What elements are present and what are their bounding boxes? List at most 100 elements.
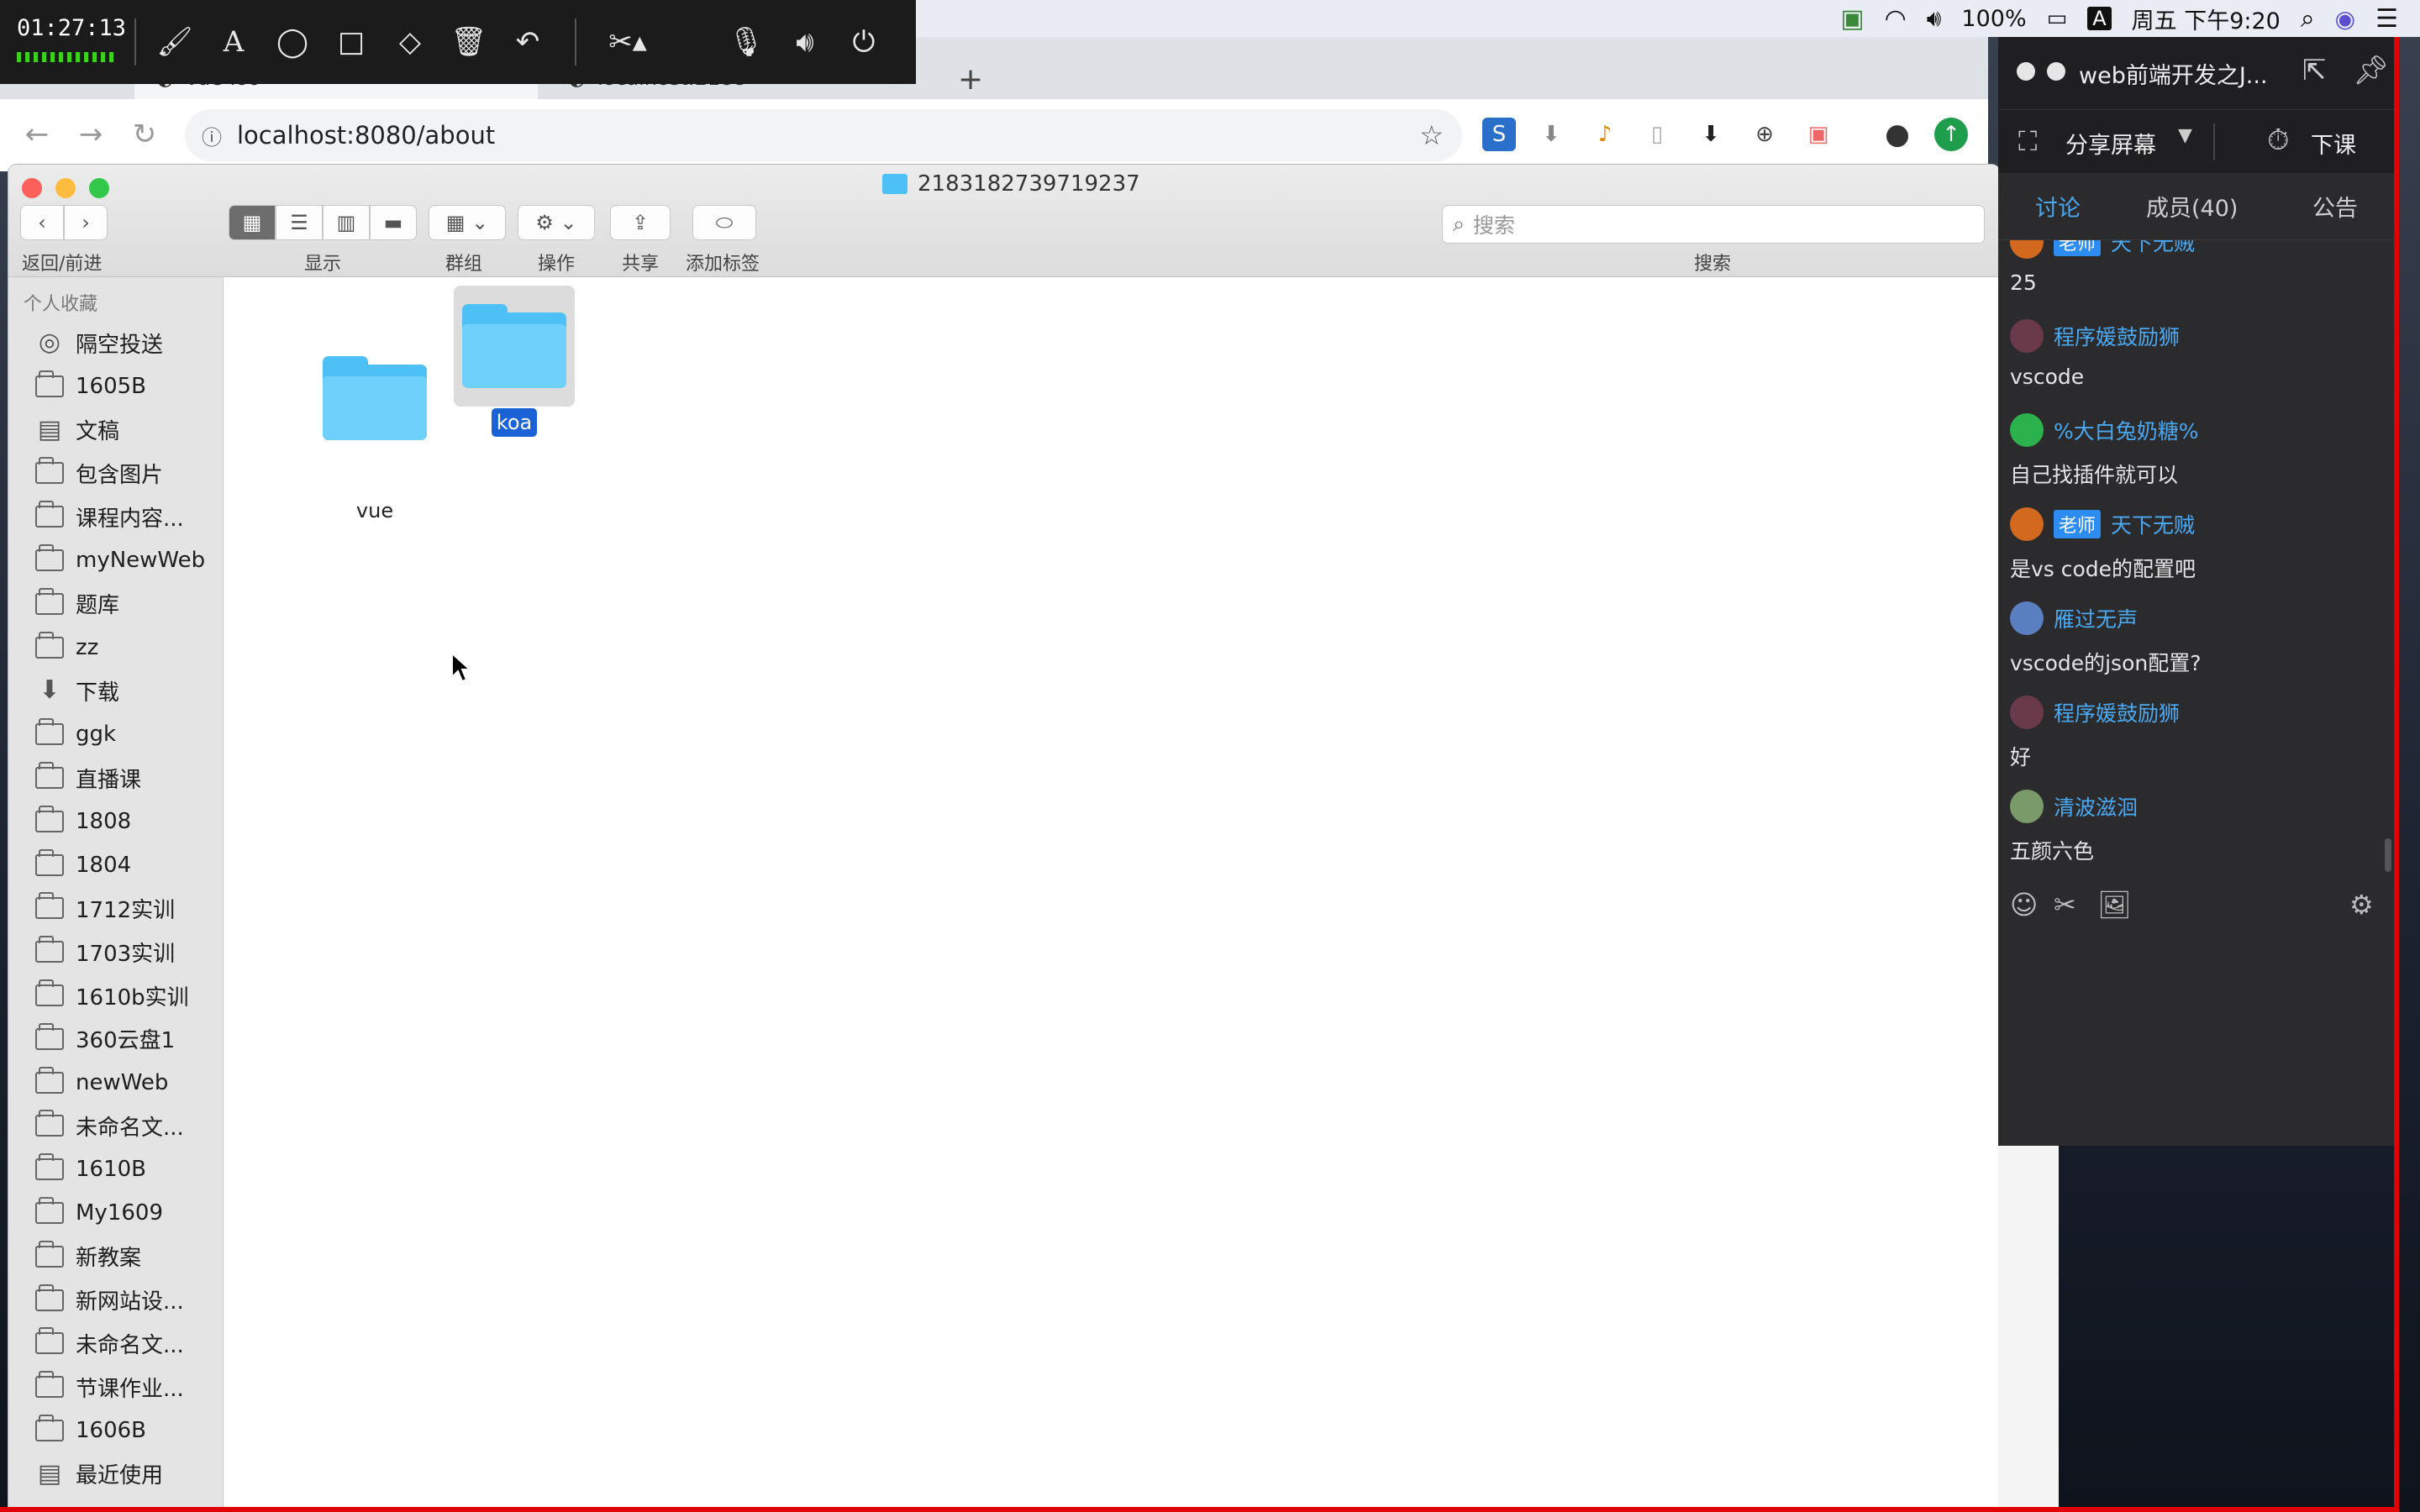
profile-avatar-icon[interactable]: ● bbox=[1881, 118, 1914, 151]
share-out-icon[interactable]: ⇱ bbox=[2302, 54, 2327, 87]
sidebar-item[interactable]: 题库 bbox=[35, 587, 119, 621]
share-screen-button[interactable]: 分享屏幕 bbox=[2065, 127, 2156, 160]
list-view-button[interactable]: ☰ bbox=[276, 205, 323, 240]
brush-icon[interactable]: 🖌︎ bbox=[156, 24, 193, 60]
wifi-icon[interactable]: ◠ bbox=[1875, 0, 1917, 37]
address-bar[interactable]: ⓘ localhost:8080/about ☆ bbox=[185, 109, 1462, 161]
sidebar-item[interactable]: 课程内容... bbox=[35, 500, 184, 533]
avatar[interactable] bbox=[2010, 696, 2044, 729]
sidebar-item[interactable]: 1605B bbox=[35, 370, 146, 403]
sidebar-item[interactable]: 1712实训 bbox=[35, 891, 175, 925]
sidebar-item[interactable]: myNewWeb bbox=[35, 543, 205, 577]
window-dot-icon[interactable] bbox=[2017, 62, 2035, 81]
sidebar-item[interactable]: 1606B bbox=[35, 1414, 146, 1447]
sidebar-item[interactable]: 1610b实训 bbox=[35, 979, 189, 1012]
notification-center-icon[interactable]: ☰ bbox=[2365, 0, 2408, 37]
rectangle-tool-icon[interactable]: □ bbox=[333, 24, 370, 60]
scrollbar-thumb[interactable] bbox=[2385, 838, 2391, 872]
pin-icon[interactable]: 📌︎ bbox=[2353, 54, 2389, 87]
extension-arrow-down-icon[interactable]: ⬇ bbox=[1694, 118, 1728, 151]
zoom-window-button[interactable] bbox=[89, 178, 109, 198]
text-tool-icon[interactable]: A bbox=[215, 24, 252, 60]
icon-view-button[interactable]: ▦ bbox=[229, 205, 276, 240]
avatar[interactable] bbox=[2010, 507, 2044, 541]
bookmark-star-icon[interactable]: ☆ bbox=[1419, 119, 1444, 151]
sidebar-item[interactable]: ◎ 隔空投送 bbox=[35, 326, 163, 360]
back-button[interactable]: ‹ bbox=[20, 205, 64, 240]
battery-percent[interactable]: 100% bbox=[1951, 0, 2036, 37]
spotlight-icon[interactable]: ⌕ bbox=[2291, 0, 2325, 37]
settings-gear-icon[interactable]: ⚙ bbox=[2349, 889, 2374, 921]
add-tag-button[interactable]: ⬭ bbox=[692, 205, 756, 240]
sidebar-item[interactable]: 新网站设... bbox=[35, 1284, 184, 1317]
sidebar-item[interactable]: ▤ 最近使用 bbox=[35, 1457, 163, 1491]
end-class-button[interactable]: 下课 bbox=[2311, 127, 2356, 160]
extension-page-icon[interactable]: ▯ bbox=[1640, 118, 1674, 151]
sidebar-item[interactable]: ▤ 文稿 bbox=[35, 413, 119, 447]
extension-s-icon[interactable]: S bbox=[1482, 118, 1516, 151]
trash-icon[interactable]: 🗑︎ bbox=[450, 24, 487, 60]
forward-icon[interactable]: → bbox=[72, 116, 109, 153]
menubar-clock[interactable]: 周五 下午9:20 bbox=[2122, 0, 2291, 37]
screenshot-scissors-icon[interactable]: ✂ bbox=[2054, 889, 2076, 921]
file-item-vue[interactable]: vue bbox=[316, 328, 434, 522]
chevron-down-icon[interactable]: ▼ bbox=[2178, 125, 2192, 146]
sidebar-item[interactable]: My1609 bbox=[35, 1196, 163, 1230]
eraser-icon[interactable]: ◇ bbox=[392, 24, 429, 60]
sidebar-item[interactable]: 新教案 bbox=[35, 1240, 141, 1273]
sidebar-item[interactable]: 1703实训 bbox=[35, 935, 175, 969]
istat-icon[interactable]: ▣ bbox=[1830, 0, 1874, 37]
battery-icon[interactable]: ▭ bbox=[2037, 0, 2078, 37]
input-method-icon[interactable]: A bbox=[2077, 0, 2121, 37]
search-input[interactable]: ⌕ 搜索 bbox=[1442, 205, 1985, 244]
tab-members[interactable]: 成员(40) bbox=[2146, 190, 2238, 223]
tab-discuss[interactable]: 讨论 bbox=[2035, 190, 2081, 223]
chat-username[interactable]: %大白兔奶糖% bbox=[2054, 415, 2199, 445]
back-icon[interactable]: ← bbox=[18, 116, 55, 153]
group-button[interactable]: ▦ ⌄ bbox=[429, 205, 506, 240]
reload-icon[interactable]: ↻ bbox=[126, 116, 163, 153]
end-class-icon[interactable]: ⏱ bbox=[2267, 123, 2290, 157]
info-icon[interactable]: ⓘ bbox=[202, 121, 222, 150]
tab-notice[interactable]: 公告 bbox=[2312, 190, 2358, 223]
power-icon[interactable]: ⏻ bbox=[845, 24, 882, 60]
column-view-button[interactable]: ▥ bbox=[323, 205, 370, 240]
chat-username[interactable]: 天下无贼 bbox=[2111, 509, 2195, 539]
sidebar-item[interactable]: zz bbox=[35, 631, 98, 664]
new-tab-button[interactable]: + bbox=[958, 62, 983, 97]
ellipse-tool-icon[interactable]: ◯ bbox=[274, 24, 311, 60]
microphone-icon[interactable]: 🎙︎ bbox=[728, 24, 765, 60]
undo-icon[interactable]: ↶ bbox=[509, 24, 546, 60]
sidebar-item[interactable]: 未命名文... bbox=[35, 1326, 184, 1360]
speaker-icon[interactable]: 🔊︎ bbox=[786, 24, 823, 60]
chat-username[interactable]: 程序媛鼓励狮 bbox=[2054, 321, 2180, 351]
gallery-view-button[interactable]: ▬ bbox=[370, 205, 417, 240]
sidebar-item[interactable]: 1610B bbox=[35, 1152, 146, 1186]
sidebar-item[interactable]: 直播课 bbox=[35, 761, 141, 795]
sidebar-item[interactable]: 360云盘1 bbox=[35, 1022, 175, 1056]
volume-icon[interactable]: 🔊︎ bbox=[1917, 0, 1952, 37]
sidebar-item[interactable]: 1808 bbox=[35, 805, 131, 838]
avatar[interactable] bbox=[2010, 319, 2044, 353]
extension-music-icon[interactable]: ♪ bbox=[1588, 118, 1622, 151]
action-button[interactable]: ⚙ ⌄ bbox=[518, 205, 595, 240]
sidebar-item[interactable]: 节课作业... bbox=[35, 1370, 184, 1404]
avatar[interactable] bbox=[2010, 413, 2044, 447]
update-arrow-icon[interactable]: ↑ bbox=[1934, 118, 1968, 151]
share-button[interactable]: ⇪ bbox=[610, 205, 671, 240]
avatar[interactable] bbox=[2010, 601, 2044, 635]
chat-username[interactable]: 程序媛鼓励狮 bbox=[2054, 697, 2180, 727]
emoji-icon[interactable]: ☺ bbox=[2010, 889, 2038, 921]
share-screen-icon[interactable]: ⛶ bbox=[2018, 125, 2037, 158]
window-dot-icon[interactable] bbox=[2047, 62, 2065, 81]
scissors-icon[interactable]: ✂▴ bbox=[598, 24, 657, 60]
sidebar-item[interactable]: ggk bbox=[35, 717, 116, 751]
sidebar-item[interactable]: ⬇ 下载 bbox=[35, 674, 119, 707]
siri-icon[interactable]: ◉ bbox=[2325, 0, 2365, 37]
chat-username[interactable]: 清波滋洄 bbox=[2054, 791, 2138, 822]
minimize-window-button[interactable] bbox=[55, 178, 76, 198]
avatar[interactable] bbox=[2010, 790, 2044, 823]
extension-tv-icon[interactable]: ▣ bbox=[1802, 118, 1835, 151]
sidebar-item[interactable]: 未命名文... bbox=[35, 1109, 184, 1142]
file-item-koa[interactable]: koa bbox=[454, 286, 575, 454]
